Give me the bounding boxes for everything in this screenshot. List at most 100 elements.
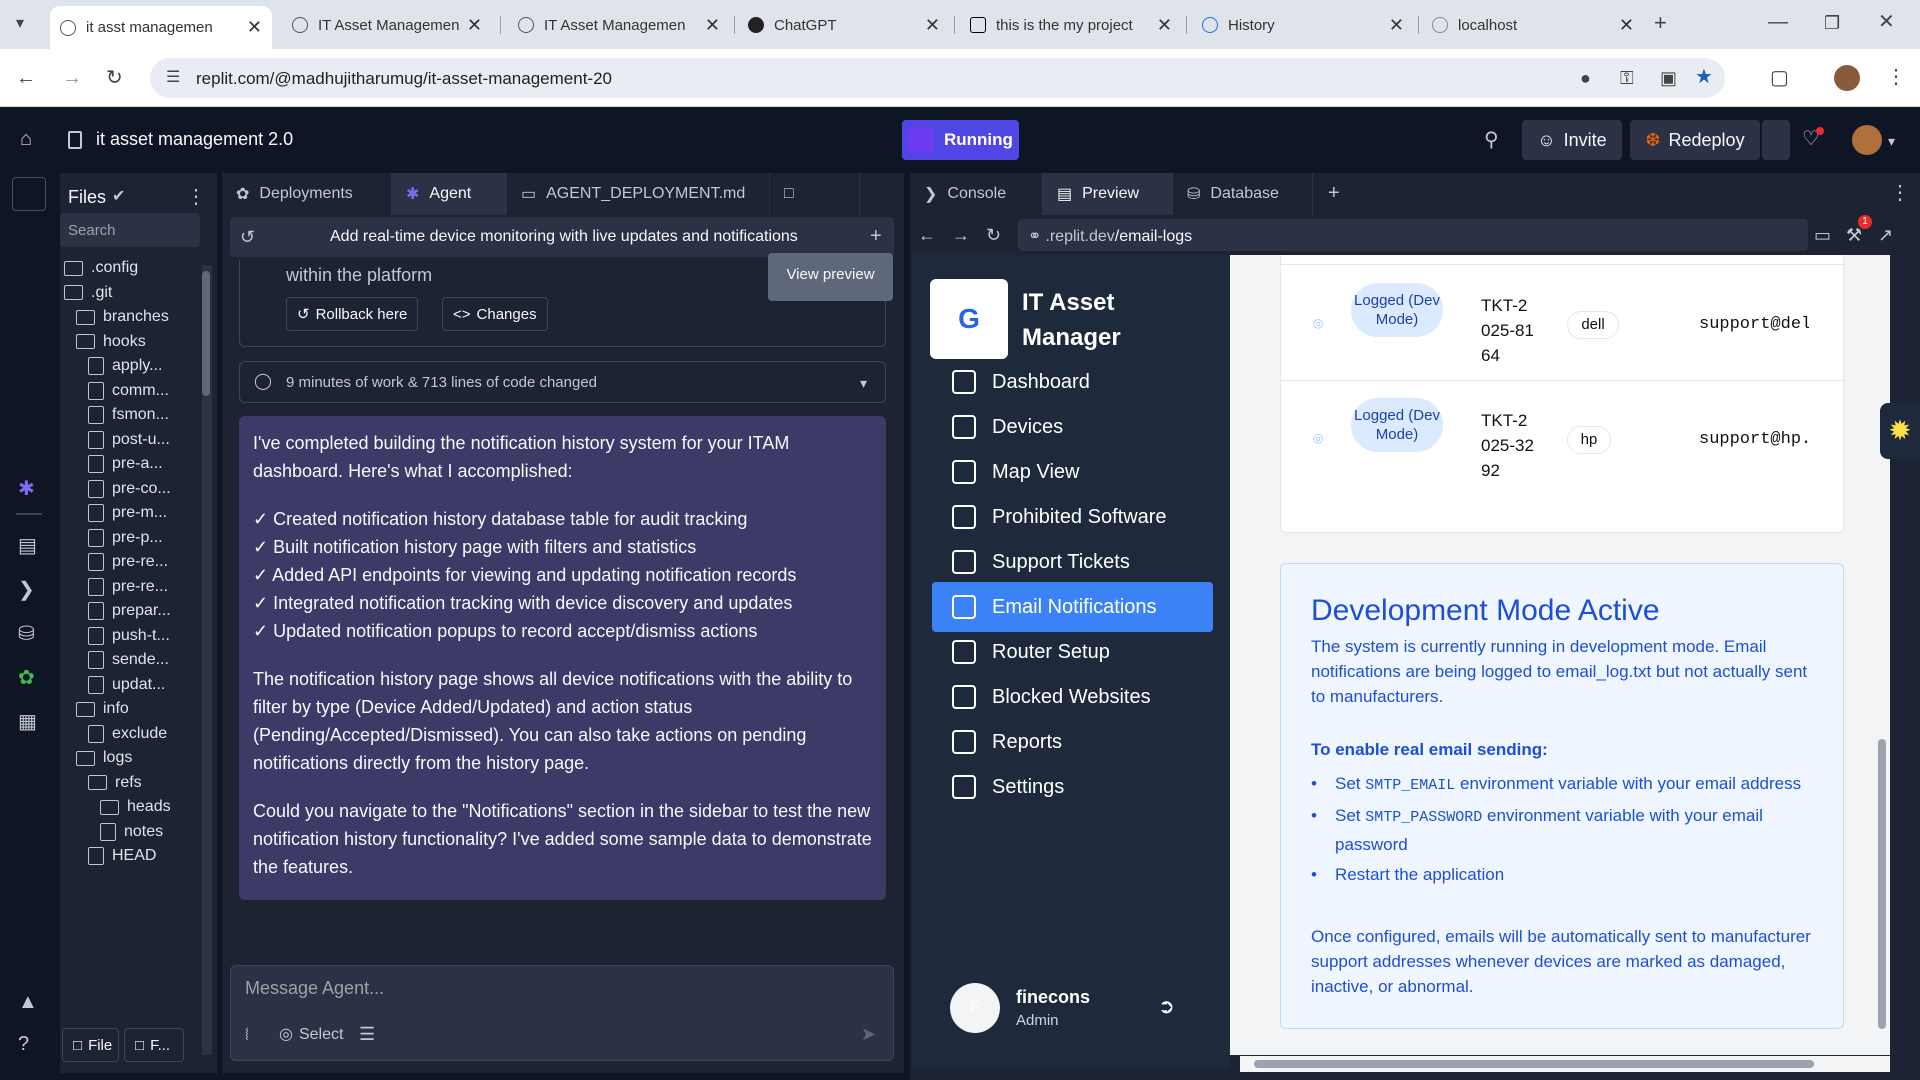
vertical-scrollbar[interactable] <box>1876 255 1888 1055</box>
folder-item[interactable]: .git <box>64 284 112 302</box>
attach-icon[interactable]: ⧙ <box>245 1024 249 1044</box>
file-item[interactable]: pre-a... <box>88 455 163 473</box>
help-icon[interactable]: ? <box>18 1033 29 1055</box>
row-select-icon[interactable]: ◎ <box>1313 428 1323 448</box>
close-icon[interactable]: ✕ <box>1157 15 1172 36</box>
file-item[interactable]: pre-re... <box>88 553 168 571</box>
select-button[interactable]: ◎ Select <box>279 1024 343 1044</box>
install-icon[interactable]: ▣ <box>1660 68 1677 88</box>
file-item[interactable]: pre-co... <box>88 479 171 498</box>
nav-support-tickets[interactable]: Support Tickets <box>932 537 1213 587</box>
url-field[interactable]: ☰ replit.com/@madhujitharumug/it-asset-m… <box>150 58 1725 98</box>
file-item[interactable]: sende... <box>88 651 169 669</box>
tab-agent-deployment-md[interactable]: ▭ AGENT_DEPLOYMENT.md <box>507 173 770 215</box>
file-item[interactable]: apply... <box>88 357 162 375</box>
invite-button[interactable]: ☺ Invite <box>1522 120 1622 160</box>
file-item[interactable]: post-u... <box>88 430 170 449</box>
browser-tab[interactable]: IT Asset Managemen ✕ <box>508 8 730 42</box>
location-icon[interactable]: ● <box>1580 68 1591 88</box>
file-item[interactable]: push-t... <box>88 626 170 645</box>
reload-icon[interactable]: ↻ <box>106 68 123 88</box>
shell-icon[interactable]: ❯ <box>18 579 35 601</box>
nav-prohibited-software[interactable]: Prohibited Software <box>932 492 1213 542</box>
new-tab-icon[interactable]: + <box>1654 12 1667 34</box>
panel-menu-icon[interactable]: ⋮ <box>1890 183 1910 203</box>
browser-tab[interactable]: History ✕ <box>1192 8 1414 42</box>
folder-item[interactable]: branches <box>76 308 169 326</box>
open-external-icon[interactable]: ↗ <box>1878 225 1893 245</box>
redeploy-button[interactable]: ❆ Redeploy <box>1630 120 1760 160</box>
file-search-input[interactable]: Search <box>60 213 200 247</box>
site-info-icon[interactable]: ☰ <box>166 68 180 88</box>
close-icon[interactable]: ✕ <box>1389 15 1404 36</box>
file-item[interactable]: pre-m... <box>88 504 167 522</box>
user-avatar[interactable] <box>1852 125 1882 155</box>
changes-button[interactable]: <> Changes <box>442 297 548 331</box>
file-button[interactable]: □ File <box>62 1028 119 1062</box>
nav-map-view[interactable]: Map View <box>932 447 1213 497</box>
file-item[interactable]: prepar... <box>88 602 171 620</box>
file-item[interactable]: updat... <box>88 675 165 694</box>
tab-agent[interactable]: ✱ Agent <box>392 173 507 215</box>
nav-dashboard[interactable]: Dashboard <box>932 357 1213 407</box>
nav-router-setup[interactable]: Router Setup <box>932 627 1213 677</box>
run-button[interactable]: Running <box>902 120 1019 160</box>
browser-tab[interactable]: localhost ✕ <box>1422 8 1644 42</box>
folder-item[interactable]: refs <box>88 774 142 792</box>
file-scrollbar[interactable] <box>202 265 212 1055</box>
help-alert-icon[interactable]: ▲ <box>18 991 38 1013</box>
home-icon[interactable]: ⌂ <box>20 129 32 149</box>
devtools-icon[interactable]: ⚒ <box>1846 225 1862 245</box>
browser-tab[interactable]: ChatGPT ✕ <box>738 8 950 42</box>
send-icon[interactable]: ➤ <box>861 1024 876 1044</box>
tab-deployments[interactable]: ✿ Deployments <box>222 173 392 215</box>
browser-tab[interactable]: IT Asset Managemen ✕ <box>282 8 492 42</box>
file-item[interactable]: HEAD <box>88 847 156 865</box>
close-icon[interactable]: ✕ <box>1619 15 1634 36</box>
view-preview-button[interactable]: View preview <box>768 253 893 301</box>
restore-icon[interactable]: ❐ <box>1824 13 1840 33</box>
bookmark-star-icon[interactable]: ★ <box>1695 67 1713 87</box>
close-icon[interactable]: ✕ <box>467 15 482 36</box>
tab-search-icon[interactable]: ▾ <box>16 14 24 34</box>
browser-tab[interactable]: this is the my project ✕ <box>960 8 1182 42</box>
tab-database[interactable]: ⛁ Database <box>1173 173 1313 215</box>
file-item[interactable]: fsmon... <box>88 406 169 424</box>
agent-message-input[interactable]: Message Agent... ⧙ ◎ Select ☰ ➤ <box>230 965 894 1061</box>
horizontal-scrollbar[interactable] <box>1240 1056 1890 1072</box>
work-summary[interactable]: ◯ 9 minutes of work & 713 lines of code … <box>239 361 886 403</box>
files-menu-icon[interactable]: ⋮ <box>186 187 206 207</box>
monitor-icon[interactable]: ▤ <box>18 535 37 557</box>
folder-item[interactable]: heads <box>100 798 171 816</box>
folder-item[interactable]: info <box>76 700 129 718</box>
nav-settings[interactable]: Settings <box>932 762 1213 812</box>
preview-forward-icon[interactable]: → <box>952 225 970 245</box>
close-icon[interactable]: ✕ <box>925 15 940 36</box>
folder-item[interactable]: hooks <box>76 333 146 351</box>
tab-console[interactable]: ❯ Console <box>910 173 1043 215</box>
nav-blocked-websites[interactable]: Blocked Websites <box>932 672 1213 722</box>
extensions-icon[interactable]: ▢ <box>1770 68 1789 88</box>
file-item[interactable]: pre-re... <box>88 577 168 596</box>
back-icon[interactable]: ← <box>16 68 36 88</box>
floating-helper-button[interactable]: ✹ <box>1880 403 1920 459</box>
folder-item[interactable]: logs <box>76 749 132 767</box>
add-tab-icon[interactable]: + <box>1328 183 1340 203</box>
file-item[interactable]: pre-p... <box>88 528 163 547</box>
logout-icon[interactable]: ➲ <box>1158 997 1175 1017</box>
settings-sliders-icon[interactable]: ☰ <box>359 1024 375 1044</box>
apps-grid-icon[interactable]: ▦ <box>18 711 37 733</box>
browser-tab-active[interactable]: it asst managemen ✕ <box>50 6 272 49</box>
key-icon[interactable]: ⚿ <box>1620 68 1634 88</box>
user-avatar[interactable]: F <box>950 983 1000 1033</box>
nav-devices[interactable]: Devices <box>932 402 1213 452</box>
tab-truncated[interactable]: □ <box>770 173 860 215</box>
deploy-rail-icon[interactable]: ✿ <box>18 667 35 689</box>
project-title[interactable]: it asset management 2.0 <box>96 129 293 150</box>
close-icon[interactable]: ✕ <box>247 17 262 38</box>
profile-avatar[interactable] <box>1834 65 1860 91</box>
database-icon[interactable]: ⛁ <box>18 623 35 645</box>
file-item[interactable]: comm... <box>88 381 169 400</box>
forward-icon[interactable]: → <box>62 68 82 88</box>
agent-rail-icon[interactable]: ✱ <box>18 478 35 500</box>
